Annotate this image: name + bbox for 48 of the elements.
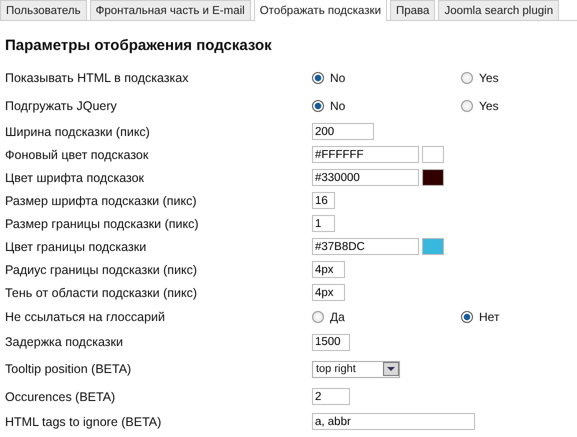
field-label: Подгружать JQuery — [4, 99, 118, 113]
input-field[interactable]: 4px — [312, 261, 345, 278]
field-label: Цвет границы подсказки — [4, 240, 148, 254]
radio-label: No — [330, 71, 346, 85]
field-label: Ширина подсказки (пикс) — [4, 124, 151, 138]
tab[interactable]: Joomla search plugin — [438, 0, 560, 20]
radio-button[interactable] — [312, 100, 324, 112]
input-field[interactable]: 200 — [312, 123, 374, 140]
field-label: Показывать HTML в подсказках — [4, 71, 190, 85]
dropdown[interactable]: top right — [312, 360, 400, 378]
color-swatch[interactable] — [422, 146, 444, 163]
input-field[interactable]: a, abbr — [312, 413, 475, 430]
input-field[interactable]: 1500 — [312, 334, 350, 350]
input-field[interactable]: 16 — [312, 192, 335, 209]
input-field[interactable]: 1 — [312, 215, 335, 232]
radio-button[interactable] — [461, 311, 473, 323]
field-label: Радиус границы подсказки (пикс) — [4, 262, 198, 276]
radio-label: Да — [330, 310, 345, 324]
field-label: Tooltip position (BETA) — [4, 362, 132, 376]
field-label: Фоновый цвет подсказок — [4, 148, 150, 162]
field-label: Не ссылаться на глоссарий — [4, 310, 166, 324]
field-label: Размер шрифта подсказки (пикс) — [4, 194, 198, 208]
section-heading: Параметры отображения подсказок — [5, 37, 273, 54]
radio-button[interactable] — [312, 311, 324, 323]
radio-label: Нет — [479, 310, 500, 324]
field-label: Occurences (BETA) — [4, 390, 116, 404]
radio-label: Yes — [479, 71, 499, 85]
radio-button[interactable] — [461, 72, 473, 84]
radio-label: No — [330, 99, 346, 113]
field-label: HTML tags to ignore (BETA) — [4, 414, 162, 428]
field-label: Тень от области подсказки (пикс) — [4, 286, 198, 300]
radio-button[interactable] — [461, 100, 473, 112]
input-field[interactable]: 2 — [312, 388, 350, 405]
tab[interactable]: Права — [390, 0, 436, 20]
field-label: Размер границы подсказки (пикс) — [4, 216, 200, 230]
color-swatch[interactable] — [422, 169, 444, 186]
tab[interactable]: Отображать подсказки — [254, 0, 387, 21]
color-swatch[interactable] — [422, 238, 444, 255]
field-label: Задержка подсказки — [4, 335, 124, 349]
radio-label: Yes — [479, 99, 499, 113]
radio-button[interactable] — [312, 72, 324, 84]
field-label: Цвет шрифта подсказок — [4, 170, 146, 184]
input-field[interactable]: #330000 — [312, 169, 419, 186]
input-field[interactable]: 4px — [312, 284, 345, 301]
input-field[interactable]: #FFFFFF — [312, 146, 419, 163]
tab[interactable]: Пользователь — [0, 0, 87, 20]
tab[interactable]: Фронтальная часть и E-mail — [90, 0, 251, 20]
input-field[interactable]: #37B8DC — [312, 238, 419, 255]
